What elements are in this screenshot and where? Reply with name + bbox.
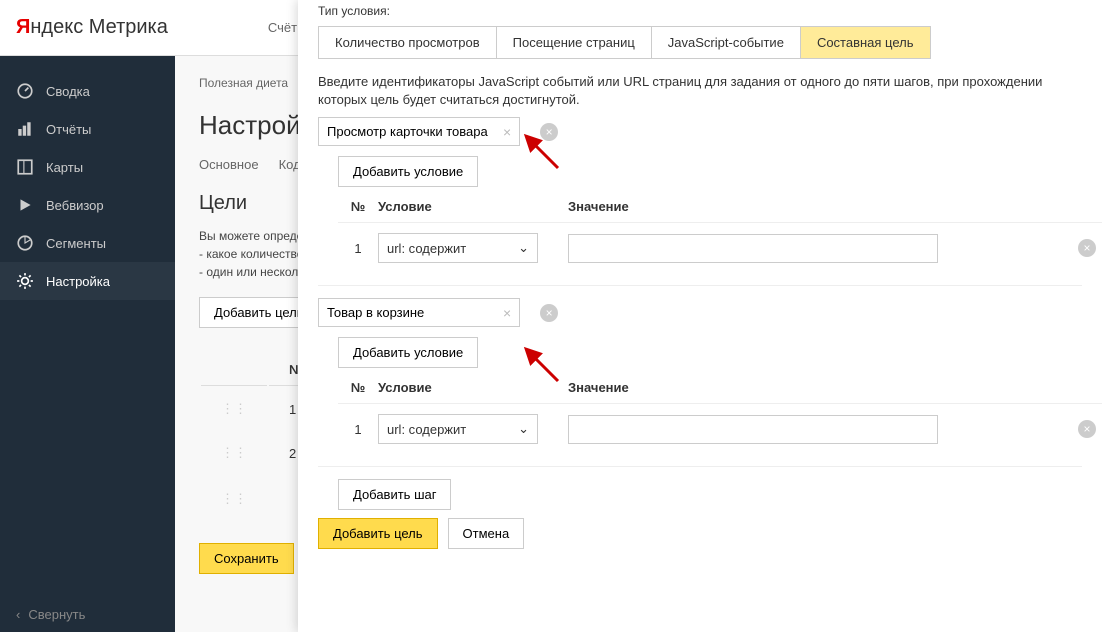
sidebar-item-maps[interactable]: Карты <box>0 148 175 186</box>
type-tab-pages[interactable]: Посещение страниц <box>497 27 652 58</box>
logo-y: Я <box>16 16 30 38</box>
topbar-accounts-link[interactable]: Счёт <box>268 20 297 35</box>
step-block: × × Добавить условие № Условие Значение … <box>318 298 1082 467</box>
type-label: Тип условия: <box>318 4 1082 18</box>
save-button[interactable]: Сохранить <box>199 543 294 574</box>
clear-icon[interactable]: × <box>499 305 515 321</box>
remove-step-button[interactable]: × <box>540 123 558 141</box>
sidebar: Сводка Отчёты Карты Вебвизор Сегменты На… <box>0 0 175 632</box>
map-icon <box>16 158 34 176</box>
condition-select[interactable]: url: содержит ⌄ <box>378 233 538 263</box>
sidebar-item-settings[interactable]: Настройка <box>0 262 175 300</box>
add-condition-button[interactable]: Добавить условие <box>338 337 478 368</box>
type-tabs: Количество просмотров Посещение страниц … <box>318 26 931 59</box>
tab-main[interactable]: Основное <box>199 157 259 172</box>
conditions-table: № Условие Значение 1 url: содержит ⌄ × <box>338 380 1102 454</box>
drag-handle-icon[interactable]: ⋮⋮ <box>221 401 247 416</box>
condition-select[interactable]: url: содержит ⌄ <box>378 414 538 444</box>
add-condition-button[interactable]: Добавить условие <box>338 156 478 187</box>
conditions-table: № Условие Значение 1 url: содержит ⌄ × <box>338 199 1102 273</box>
gauge-icon <box>16 82 34 100</box>
value-input[interactable] <box>568 415 938 444</box>
col-value: Значение <box>558 380 1062 395</box>
type-tab-js[interactable]: JavaScript-событие <box>652 27 801 58</box>
submit-goal-button[interactable]: Добавить цель <box>318 518 438 549</box>
chart-icon <box>16 120 34 138</box>
sidebar-item-label: Карты <box>46 160 83 175</box>
condition-row: 1 url: содержит ⌄ × <box>338 404 1102 454</box>
sidebar-item-summary[interactable]: Сводка <box>0 72 175 110</box>
sidebar-item-label: Вебвизор <box>46 198 104 213</box>
col-num: № <box>338 380 378 395</box>
step-block: × × Добавить условие № Условие Значение … <box>318 117 1082 286</box>
step-name-input[interactable] <box>319 118 499 145</box>
chevron-left-icon: ‹ <box>16 607 20 622</box>
col-condition: Условие <box>378 380 558 395</box>
play-icon <box>16 196 34 214</box>
drag-handle-icon[interactable]: ⋮⋮ <box>221 445 247 460</box>
sidebar-item-webvisor[interactable]: Вебвизор <box>0 186 175 224</box>
col-num: № <box>338 199 378 214</box>
col-value: Значение <box>558 199 1062 214</box>
sidebar-item-label: Настройка <box>46 274 110 289</box>
segment-icon <box>16 234 34 252</box>
type-tab-views[interactable]: Количество просмотров <box>319 27 497 58</box>
value-input[interactable] <box>568 234 938 263</box>
chevron-down-icon: ⌄ <box>518 240 529 256</box>
condition-row: 1 url: содержит ⌄ × <box>338 223 1102 273</box>
chevron-down-icon: ⌄ <box>518 421 529 437</box>
sidebar-item-reports[interactable]: Отчёты <box>0 110 175 148</box>
type-tab-composite[interactable]: Составная цель <box>801 27 930 58</box>
col-condition: Условие <box>378 199 558 214</box>
drag-handle-icon[interactable]: ⋮⋮ <box>221 491 247 506</box>
logo: Яндекс Метрика <box>16 16 168 39</box>
clear-icon[interactable]: × <box>499 124 515 140</box>
add-step-button[interactable]: Добавить шаг <box>338 479 451 510</box>
remove-condition-button[interactable]: × <box>1078 239 1096 257</box>
cancel-button[interactable]: Отмена <box>448 518 525 549</box>
goal-modal: Тип условия: Количество просмотров Посещ… <box>298 0 1102 632</box>
sidebar-collapse-button[interactable]: ‹ Свернуть <box>16 607 85 622</box>
sidebar-item-segments[interactable]: Сегменты <box>0 224 175 262</box>
remove-step-button[interactable]: × <box>540 304 558 322</box>
modal-help-text: Введите идентификаторы JavaScript событи… <box>318 73 1082 109</box>
sidebar-item-label: Сводка <box>46 84 90 99</box>
remove-condition-button[interactable]: × <box>1078 420 1096 438</box>
gear-icon <box>16 272 34 290</box>
step-name-input[interactable] <box>319 299 499 326</box>
sidebar-item-label: Отчёты <box>46 122 91 137</box>
sidebar-item-label: Сегменты <box>46 236 106 251</box>
